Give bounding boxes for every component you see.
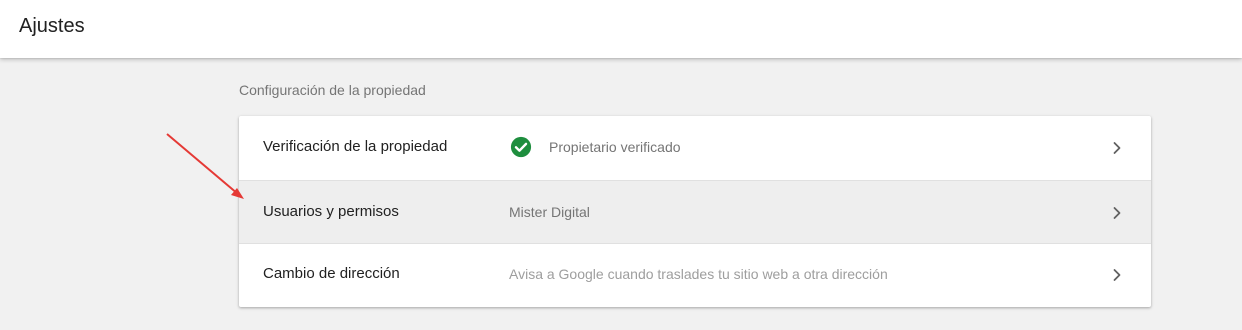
settings-row-property-verification[interactable]: Verificación de la propiedad Propietario… xyxy=(239,116,1151,180)
row-label: Cambio de dirección xyxy=(263,265,400,282)
section-title: Configuración de la propiedad xyxy=(239,82,426,98)
chevron-right-icon xyxy=(1113,142,1121,154)
chevron-right-icon xyxy=(1113,207,1121,219)
row-label: Usuarios y permisos xyxy=(263,203,399,220)
settings-card: Verificación de la propiedad Propietario… xyxy=(239,116,1151,307)
row-value: Avisa a Google cuando traslades tu sitio… xyxy=(509,266,888,282)
app-header: Ajustes xyxy=(0,0,1242,58)
settings-row-change-of-address[interactable]: Cambio de dirección Avisa a Google cuand… xyxy=(239,243,1151,307)
annotation-arrow-icon xyxy=(166,133,244,199)
row-label: Verificación de la propiedad xyxy=(263,138,448,155)
check-circle-icon xyxy=(510,136,532,158)
chevron-right-icon xyxy=(1113,269,1121,281)
row-value: Mister Digital xyxy=(509,204,590,220)
page-title: Ajustes xyxy=(19,15,85,37)
row-value: Propietario verificado xyxy=(549,139,681,155)
settings-row-users-permissions[interactable]: Usuarios y permisos Mister Digital xyxy=(239,180,1151,244)
